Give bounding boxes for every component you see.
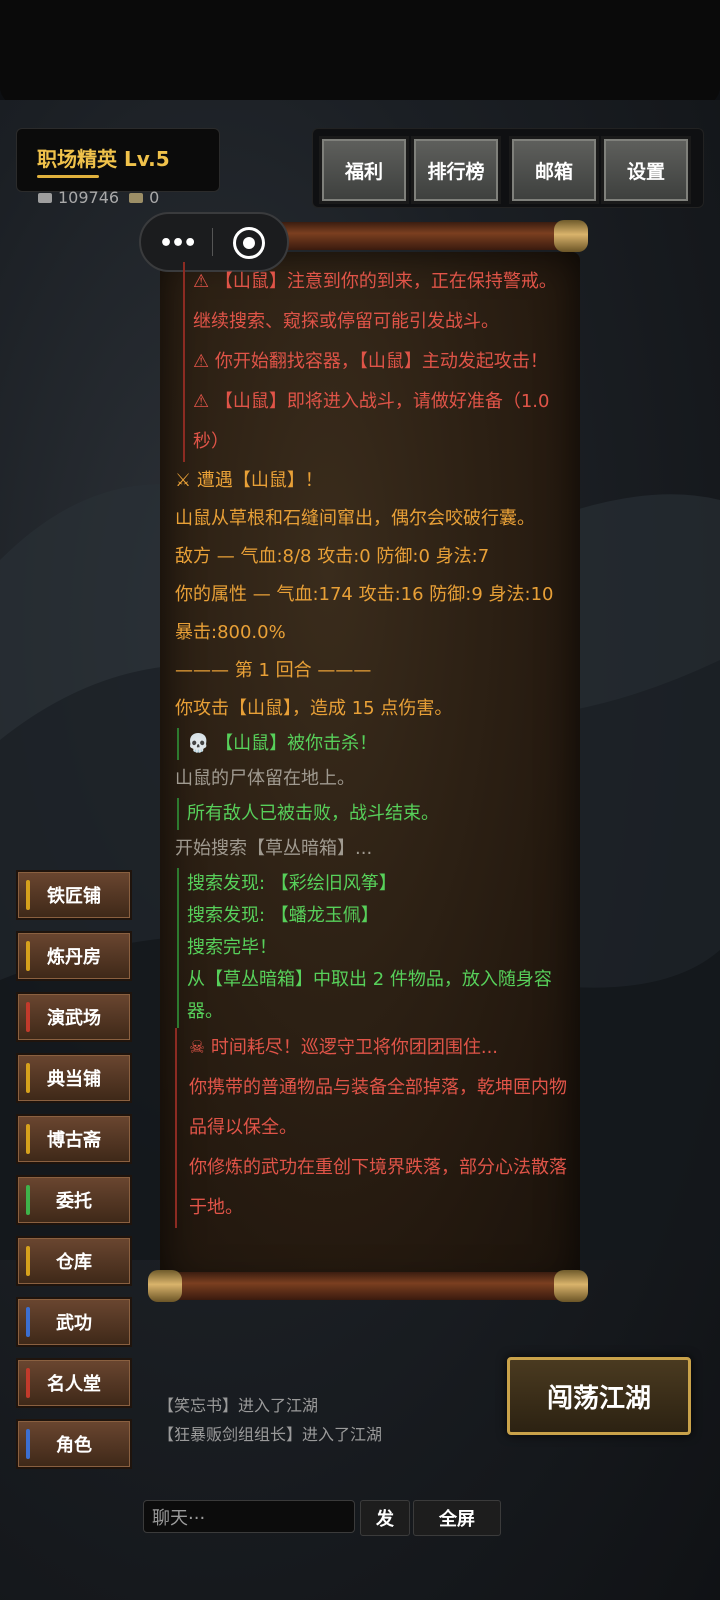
menu-accent-stripe (26, 1307, 30, 1337)
log-line: ——— 第 1 回合 ——— (175, 660, 372, 681)
menu-accent-stripe (26, 1124, 30, 1154)
side-menu-label: 博古斋 (47, 1130, 101, 1151)
log-line: 搜索完毕！ (177, 932, 573, 964)
log-line: ⚠ 你开始翻找容器，【山鼠】主动发起攻击！ (183, 342, 573, 382)
log-line: 你修炼的武功在重创下境界跌落，部分心法散落于地。 (175, 1148, 573, 1228)
player-title: 职场精英 Lv.5 (37, 147, 170, 171)
silver-amount: 109746 (58, 188, 120, 207)
log-line: 你的属性 — 气血:174 攻击:16 防御:9 身法:10 暴击:800.0% (175, 584, 554, 643)
log-line: 所有敌人已被击败，战斗结束。 (177, 798, 573, 830)
side-menu-label: 仓库 (56, 1252, 92, 1273)
fullscreen-button[interactable]: 全屏 (413, 1500, 501, 1536)
menu-accent-stripe (26, 941, 30, 971)
mailbox-button[interactable]: 邮箱 (509, 136, 599, 204)
battle-log[interactable]: ⚠ 【山鼠】注意到你的到来，正在保持警戒。继续搜索、窥探或停留可能引发战斗。 ⚠ … (175, 262, 573, 1282)
side-menu-item[interactable]: 典当铺 (16, 1053, 132, 1103)
banknote-icon (129, 192, 144, 203)
exp-bar (37, 175, 99, 178)
side-menu-item[interactable]: 仓库 (16, 1236, 132, 1286)
side-menu-label: 铁匠铺 (47, 886, 101, 907)
side-menu-item[interactable]: 演武场 (16, 992, 132, 1042)
currency-row: 109746 0 (38, 188, 159, 207)
log-line: ⚠ 【山鼠】注意到你的到来，正在保持警戒。继续搜索、窥探或停留可能引发战斗。 (183, 262, 573, 342)
side-menu-label: 炼丹房 (47, 947, 101, 968)
menu-accent-stripe (26, 1185, 30, 1215)
silver-display: 109746 (38, 188, 119, 207)
side-menu-item[interactable]: 武功 (16, 1297, 132, 1347)
menu-accent-stripe (26, 880, 30, 910)
log-line: ⚠ 【山鼠】即将进入战斗，请做好准备（1.0秒） (183, 382, 573, 462)
silver-icon (38, 192, 52, 203)
status-bar (0, 0, 720, 105)
send-button[interactable]: 发 (360, 1500, 410, 1536)
log-line: 山鼠从草根和石缝间窜出，偶尔会咬破行囊。 (175, 508, 535, 529)
system-message: 【笑忘书】进入了江湖 (158, 1396, 319, 1415)
side-menu-label: 委托 (56, 1191, 92, 1212)
log-line: 你携带的普通物品与装备全部掉落，乾坤匣内物品得以保全。 (175, 1068, 573, 1148)
log-line: 你攻击【山鼠】，造成 15 点伤害。 (175, 698, 453, 719)
log-line: ☠ 时间耗尽！巡逻守卫将你团团围住... (175, 1028, 573, 1068)
menu-accent-stripe (26, 1246, 30, 1276)
side-menu-label: 典当铺 (47, 1069, 101, 1090)
side-menu-item[interactable]: 名人堂 (16, 1358, 132, 1408)
more-icon[interactable]: ••• (159, 231, 197, 256)
side-menu-label: 武功 (56, 1313, 92, 1334)
ranking-button[interactable]: 排行榜 (411, 136, 501, 204)
side-menu-item[interactable]: 角色 (16, 1419, 132, 1469)
side-menu-item[interactable]: 铁匠铺 (16, 870, 132, 920)
player-title-card[interactable]: 职场精英 Lv.5 (16, 128, 220, 192)
menu-accent-stripe (26, 1429, 30, 1459)
log-line: 💀 【山鼠】被你击杀！ (177, 728, 573, 760)
side-menu-item[interactable]: 委托 (16, 1175, 132, 1225)
log-line: 从【草丛暗箱】中取出 2 件物品，放入随身容器。 (177, 964, 573, 1028)
side-menu: 铁匠铺炼丹房演武场典当铺博古斋委托仓库武功名人堂角色 (16, 870, 132, 1480)
log-line: 敌方 — 气血:8/8 攻击:0 防御:0 身法:7 (175, 546, 490, 567)
log-line: 开始搜索【草丛暗箱】... (175, 838, 373, 859)
log-line: 搜索发现: 【蟠龙玉佩】 (177, 900, 573, 932)
welfare-button[interactable]: 福利 (319, 136, 409, 204)
close-target-icon[interactable] (233, 227, 265, 259)
side-menu-item[interactable]: 博古斋 (16, 1114, 132, 1164)
notes-amount: 0 (149, 188, 160, 207)
roam-jianghu-button[interactable]: 闯荡江湖 (507, 1357, 691, 1435)
menu-accent-stripe (26, 1002, 30, 1032)
side-menu-label: 名人堂 (47, 1374, 101, 1395)
settings-button[interactable]: 设置 (601, 136, 691, 204)
side-menu-label: 角色 (56, 1435, 92, 1456)
chat-input[interactable]: 聊天··· (143, 1500, 355, 1533)
side-menu-label: 演武场 (47, 1008, 101, 1029)
system-message: 【狂暴贩剑组组长】进入了江湖 (158, 1425, 383, 1444)
log-line: 山鼠的尸体留在地上。 (175, 768, 355, 789)
notes-display: 0 (129, 188, 159, 207)
top-button-panel: 福利 排行榜 邮箱 设置 (312, 128, 704, 208)
menu-accent-stripe (26, 1368, 30, 1398)
side-menu-item[interactable]: 炼丹房 (16, 931, 132, 981)
log-line: 搜索发现: 【彩绘旧风筝】 (177, 868, 573, 900)
log-line: ⚔ 遭遇【山鼠】！ (175, 470, 323, 491)
menu-accent-stripe (26, 1063, 30, 1093)
